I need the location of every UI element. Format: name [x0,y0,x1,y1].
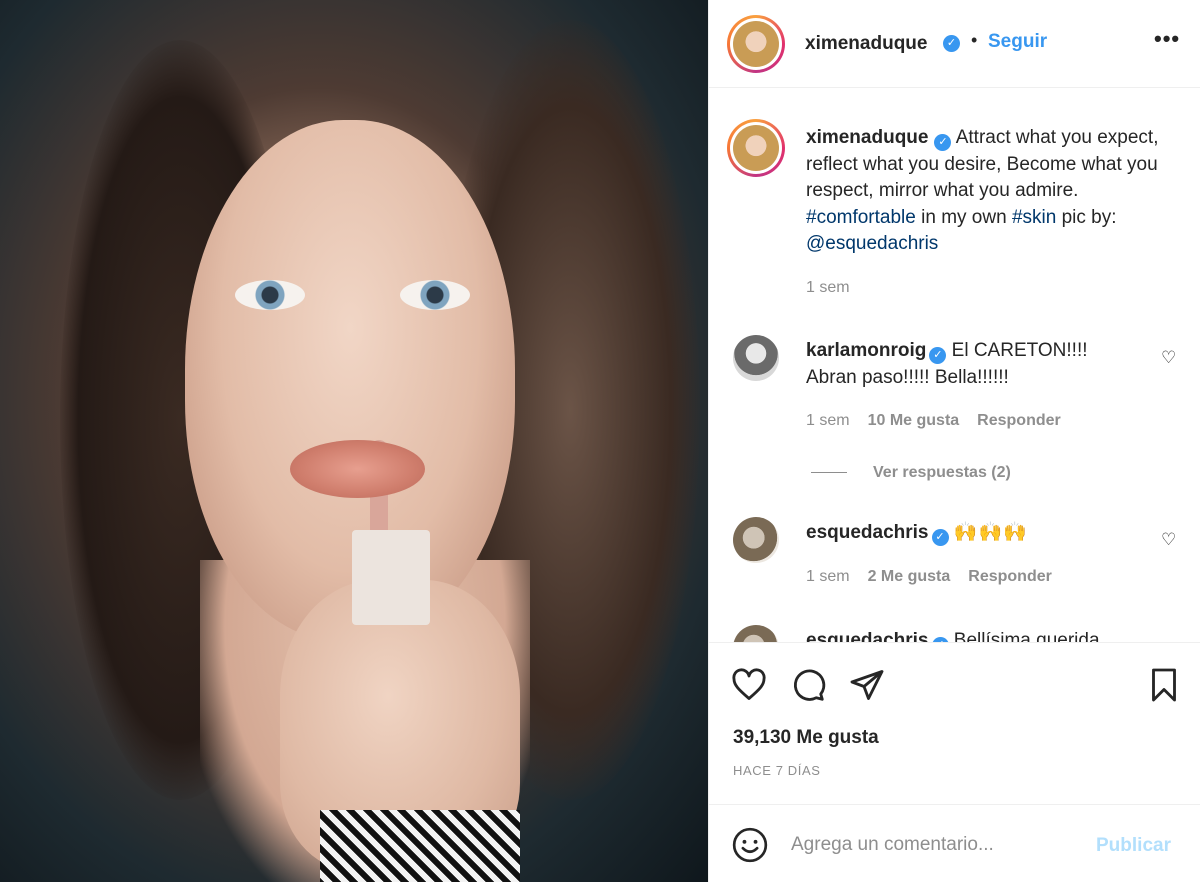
verified-badge-icon: ✓ [929,347,947,364]
caption-body-2: in my own [915,206,1012,228]
post-side-panel: ximenaduque ✓ • Seguir ••• ximenaduque ✓ … [708,0,1200,882]
comment-meta: 1 sem 10 Me gusta Responder [806,412,1061,430]
photo-eye-right [400,280,470,310]
comment-text-block: karlamonroig ✓ El CARETON!!!! Abran paso!… [806,337,1136,391]
caption-username[interactable]: ximenaduque [806,127,928,148]
comment-likes[interactable]: 2 Me gusta [868,568,951,585]
more-options-icon[interactable]: ••• [1154,26,1180,52]
post-photo[interactable] [0,0,708,882]
caption-time[interactable]: 1 sem [806,279,850,297]
share-send-icon[interactable] [849,667,885,703]
hashtag-link[interactable]: #skin [1012,207,1056,228]
header-separator: • [971,30,978,50]
reply-button[interactable]: Responder [977,412,1061,429]
verified-badge-icon: ✓ [931,529,949,546]
comment-input[interactable] [791,829,1081,861]
verified-badge-icon: ✓ [943,35,960,52]
commenter-avatar[interactable] [733,517,779,563]
comment-body: Bellísima querida [953,630,1100,642]
comment-meta: 1 sem 2 Me gusta Responder [806,568,1052,586]
publish-button[interactable]: Publicar [1096,835,1171,857]
photo-sleeve [320,810,520,882]
caption-avatar[interactable] [727,119,785,177]
hashtag-link[interactable]: #comfortable [806,207,916,228]
follow-button[interactable]: Seguir [988,31,1047,53]
post-timestamp[interactable]: HACE 7 DÍAS [733,763,821,778]
author-avatar[interactable] [727,15,785,73]
add-comment-bar: Publicar [709,804,1200,882]
likes-count[interactable]: 39,130 Me gusta [733,727,879,749]
photo-lipgloss-tube [352,530,430,625]
commenter-avatar[interactable] [733,625,779,642]
like-heart-icon[interactable] [731,667,767,703]
emoji-picker-icon[interactable] [731,826,769,864]
commenter-avatar[interactable] [733,335,779,381]
verified-badge-icon: ✓ [934,134,952,151]
like-comment-heart-icon[interactable]: ♡ [1161,530,1176,550]
caption-text: ximenaduque ✓ Attract what you expect, re… [806,125,1176,258]
author-username[interactable]: ximenaduque [805,33,927,55]
view-replies-button[interactable]: Ver respuestas (2) [811,464,1011,482]
post-header: ximenaduque ✓ • Seguir ••• [709,0,1200,88]
photo-face [185,120,515,640]
comment-text-block: esquedachris ✓ 🙌🙌🙌 [806,519,1136,546]
replies-divider [811,472,847,474]
reply-button[interactable]: Responder [968,568,1052,585]
caption-body-3: pic by: [1056,206,1117,228]
comments-list[interactable]: ximenaduque ✓ Attract what you expect, re… [709,89,1200,642]
comment-text-block: esquedachris✓ Bellísima querida [806,627,1136,642]
commenter-username[interactable]: karlamonroig [806,340,926,361]
photo-eye-left [235,280,305,310]
mention-link[interactable]: @esquedachris [806,233,938,254]
save-bookmark-icon[interactable] [1146,667,1182,703]
commenter-username[interactable]: esquedachris [806,630,929,642]
commenter-username[interactable]: esquedachris [806,522,929,543]
comment-bubble-icon[interactable] [790,667,826,703]
comment-body: 🙌🙌🙌 [953,522,1028,543]
post-actions: 39,130 Me gusta HACE 7 DÍAS [709,642,1200,804]
comment-time[interactable]: 1 sem [806,568,850,585]
view-replies-label: Ver respuestas (2) [873,464,1011,481]
comment-time[interactable]: 1 sem [806,412,850,429]
photo-lips [290,440,425,498]
comment-likes[interactable]: 10 Me gusta [868,412,960,429]
like-comment-heart-icon[interactable]: ♡ [1161,348,1176,368]
